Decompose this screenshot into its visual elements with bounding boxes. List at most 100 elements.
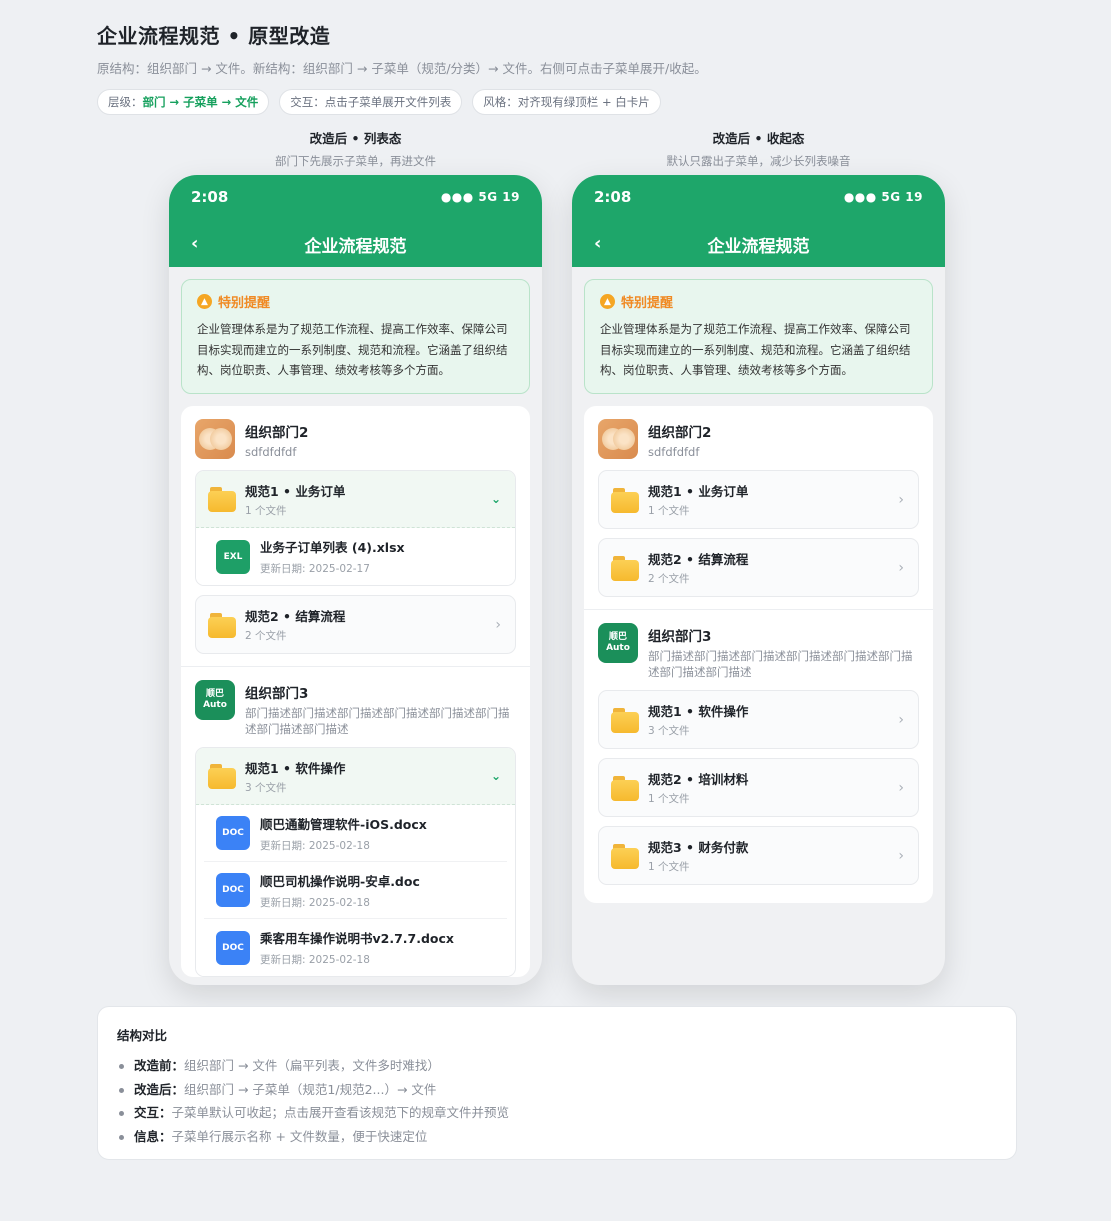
- submenu-name: 规范1 • 业务订单: [245, 483, 346, 499]
- submenu-count: 1 个文件: [648, 793, 690, 805]
- folder-icon: [611, 707, 639, 733]
- notice-title: 特别提醒: [621, 296, 674, 311]
- summary-item: 改造后：组织部门 → 子菜单（规范1/规范2...）→ 文件: [117, 1078, 997, 1102]
- dept-avatar: [598, 418, 638, 459]
- submenu-name: 规范1 • 业务订单: [648, 484, 749, 499]
- dept-name: 组织部门3: [245, 686, 309, 702]
- notice-body: 企业管理体系是为了规范工作流程、提高工作效率、保障公司目标实现而建立的一系列制度…: [197, 322, 508, 377]
- submenu-group: 规范2 • 结算流程 2 个文件 ›: [598, 538, 919, 597]
- notice-card: ▲ 特别提醒 企业管理体系是为了规范工作流程、提高工作效率、保障公司目标实现而建…: [584, 279, 933, 394]
- column-subtitle: 默认只露出子菜单，减少长列表噪音: [666, 154, 851, 168]
- dept-avatar: [195, 418, 235, 459]
- flame-icon: ▲: [197, 294, 212, 309]
- doc-file-icon: DOC: [216, 930, 250, 965]
- page-subtitle: 原结构：组织部门 → 文件。新结构：组织部门 → 子菜单（规范/分类）→ 文件。…: [97, 61, 707, 76]
- submenu-count: 3 个文件: [648, 725, 690, 737]
- page-header: 企业流程规范 • 原型改造 原结构：组织部门 → 文件。新结构：组织部门 → 子…: [97, 20, 1017, 115]
- dept-avatar: 顺巴 Auto: [598, 623, 638, 663]
- dept-card: 组织部门2 sdfdfdfdf 规范1 • 业务订单 1 个文件 › 规范2 •…: [584, 405, 933, 903]
- submenu-count: 1 个文件: [648, 505, 690, 517]
- nav-title: 企业流程规范: [707, 237, 810, 257]
- status-time: 2:08: [594, 188, 632, 206]
- dept-avatar: 顺巴 Auto: [195, 680, 235, 720]
- folder-icon: [208, 763, 236, 789]
- summary-item: 交互：子菜单默认可收起；点击展开查看该规范下的规章文件并预览: [117, 1101, 997, 1125]
- file-name: 顺巴通勤管理软件-iOS.docx: [260, 816, 427, 832]
- chevron-right-icon: ›: [898, 559, 904, 576]
- notice-card: ▲ 特别提醒 企业管理体系是为了规范工作流程、提高工作效率、保障公司目标实现而建…: [181, 279, 530, 394]
- chevron-down-icon: ⌄: [490, 492, 501, 506]
- submenu-group: 规范2 • 结算流程 2 个文件 ›: [195, 595, 516, 654]
- file-row[interactable]: EXL 业务子订单列表 (4).xlsx 更新日期: 2025-02-17: [204, 528, 507, 585]
- signal-icon: ●●● 5G 19: [843, 190, 923, 204]
- nav-bar: 2:08 ●●● 5G 19 ‹ 企业流程规范: [572, 175, 945, 267]
- excel-file-icon: EXL: [216, 539, 250, 574]
- dept-desc: 部门描述部门描述部门描述部门描述部门描述部门描述部门描述部门描述: [648, 649, 913, 679]
- doc-file-icon: DOC: [216, 873, 250, 907]
- file-name: 乘客用车操作说明书v2.7.7.docx: [260, 931, 454, 946]
- submenu-name: 规范2 • 结算流程: [245, 609, 346, 624]
- file-date: 更新日期: 2025-02-18: [260, 954, 370, 966]
- file-row[interactable]: DOC 顺巴司机操作说明-安卓.doc 更新日期: 2025-02-18: [204, 862, 507, 919]
- page-title: 企业流程规范 • 原型改造: [97, 24, 331, 48]
- file-date: 更新日期: 2025-02-18: [260, 839, 370, 852]
- submenu-row[interactable]: 规范3 • 财务付款 1 个文件 ›: [599, 827, 918, 884]
- doc-file-icon: DOC: [216, 816, 250, 850]
- left-column-heading: 改造后 • 列表态 部门下先展示子菜单，再进文件: [169, 128, 542, 169]
- signal-icon: ●●● 5G 19: [440, 190, 520, 204]
- submenu-group: 规范1 • 软件操作 3 个文件 ⌄ DOC 顺巴通勤管理软件-iOS.docx…: [195, 747, 516, 977]
- dept-desc: 部门描述部门描述部门描述部门描述部门描述部门描述部门描述部门描述: [245, 706, 510, 736]
- chevron-right-icon: ›: [898, 711, 904, 728]
- chevron-right-icon: ›: [898, 779, 904, 796]
- dept-name: 组织部门2: [648, 424, 712, 441]
- submenu-row[interactable]: 规范1 • 业务订单 1 个文件 ›: [599, 471, 918, 528]
- chevron-right-icon: ›: [495, 616, 501, 633]
- folder-icon: [208, 612, 236, 638]
- submenu-row[interactable]: 规范1 • 软件操作 3 个文件 ›: [599, 691, 918, 748]
- flame-icon: ▲: [600, 294, 615, 309]
- submenu-group: 规范3 • 财务付款 1 个文件 ›: [598, 826, 919, 885]
- dept-card: 组织部门2 sdfdfdfdf 规范1 • 业务订单 1 个文件 ⌄ EXL 业…: [181, 405, 530, 977]
- submenu-name: 规范3 • 财务付款: [648, 840, 749, 855]
- notice-header: ▲ 特别提醒: [600, 292, 917, 311]
- submenu-name: 规范2 • 培训材料: [648, 772, 749, 787]
- submenu-row-expanded[interactable]: 规范1 • 软件操作 3 个文件 ⌄: [196, 748, 515, 805]
- chip-value: 部门 → 子菜单 → 文件: [142, 95, 259, 109]
- submenu-name: 规范1 • 软件操作: [245, 760, 346, 776]
- file-name: 顺巴司机操作说明-安卓.doc: [260, 873, 420, 889]
- notice-body: 企业管理体系是为了规范工作流程、提高工作效率、保障公司目标实现而建立的一系列制度…: [600, 322, 911, 377]
- submenu-row-expanded[interactable]: 规范1 • 业务订单 1 个文件 ⌄: [196, 471, 515, 528]
- dept-name: 组织部门2: [245, 424, 309, 441]
- submenu-count: 3 个文件: [245, 781, 287, 794]
- summary-title: 结构对比: [117, 1028, 168, 1043]
- submenu-row[interactable]: 规范2 • 结算流程 2 个文件 ›: [599, 539, 918, 596]
- right-column-heading: 改造后 • 收起态 默认只露出子菜单，减少长列表噪音: [572, 128, 945, 169]
- dept-name: 组织部门3: [648, 629, 712, 645]
- status-time: 2:08: [191, 188, 229, 206]
- summary-item: 信息：子菜单行展示名称 + 文件数量，便于快速定位: [117, 1125, 997, 1149]
- hierarchy-chip: 层级：部门 → 子菜单 → 文件: [97, 89, 270, 115]
- dept-header: 组织部门2 sdfdfdfdf: [598, 406, 919, 461]
- style-chip: 风格：对齐现有绿顶栏 + 白卡片: [472, 89, 661, 115]
- dept-desc: sdfdfdfdf: [245, 444, 297, 459]
- chip-row: 层级：部门 → 子菜单 → 文件 交互：点击子菜单展开文件列表 风格：对齐现有绿…: [97, 89, 1017, 115]
- dept-header: 顺巴 Auto 组织部门3 部门描述部门描述部门描述部门描述部门描述部门描述部门描…: [195, 667, 516, 737]
- submenu-row[interactable]: 规范2 • 培训材料 1 个文件 ›: [599, 759, 918, 816]
- file-date: 更新日期: 2025-02-18: [260, 896, 370, 909]
- summary-list: 改造前：组织部门 → 文件（扁平列表，文件多时难找） 改造后：组织部门 → 子菜…: [117, 1054, 997, 1148]
- submenu-count: 2 个文件: [648, 573, 690, 585]
- folder-icon: [611, 555, 639, 581]
- file-row[interactable]: DOC 乘客用车操作说明书v2.7.7.docx 更新日期: 2025-02-1…: [204, 919, 507, 976]
- interaction-chip: 交互：点击子菜单展开文件列表: [279, 89, 463, 115]
- dept-header: 顺巴 Auto 组织部门3 部门描述部门描述部门描述部门描述部门描述部门描述部门描…: [598, 610, 919, 680]
- chevron-down-icon: ⌄: [490, 769, 501, 783]
- submenu-group: 规范1 • 业务订单 1 个文件 ⌄ EXL 业务子订单列表 (4).xlsx …: [195, 470, 516, 586]
- chevron-right-icon: ›: [898, 491, 904, 508]
- column-subtitle: 部门下先展示子菜单，再进文件: [275, 154, 436, 168]
- file-list: EXL 业务子订单列表 (4).xlsx 更新日期: 2025-02-17: [196, 528, 515, 585]
- file-name: 业务子订单列表 (4).xlsx: [260, 540, 405, 555]
- dept-desc: sdfdfdfdf: [648, 444, 700, 459]
- submenu-row[interactable]: 规范2 • 结算流程 2 个文件 ›: [196, 596, 515, 653]
- column-title: 改造后 • 列表态: [309, 131, 402, 146]
- file-row[interactable]: DOC 顺巴通勤管理软件-iOS.docx 更新日期: 2025-02-18: [204, 805, 507, 862]
